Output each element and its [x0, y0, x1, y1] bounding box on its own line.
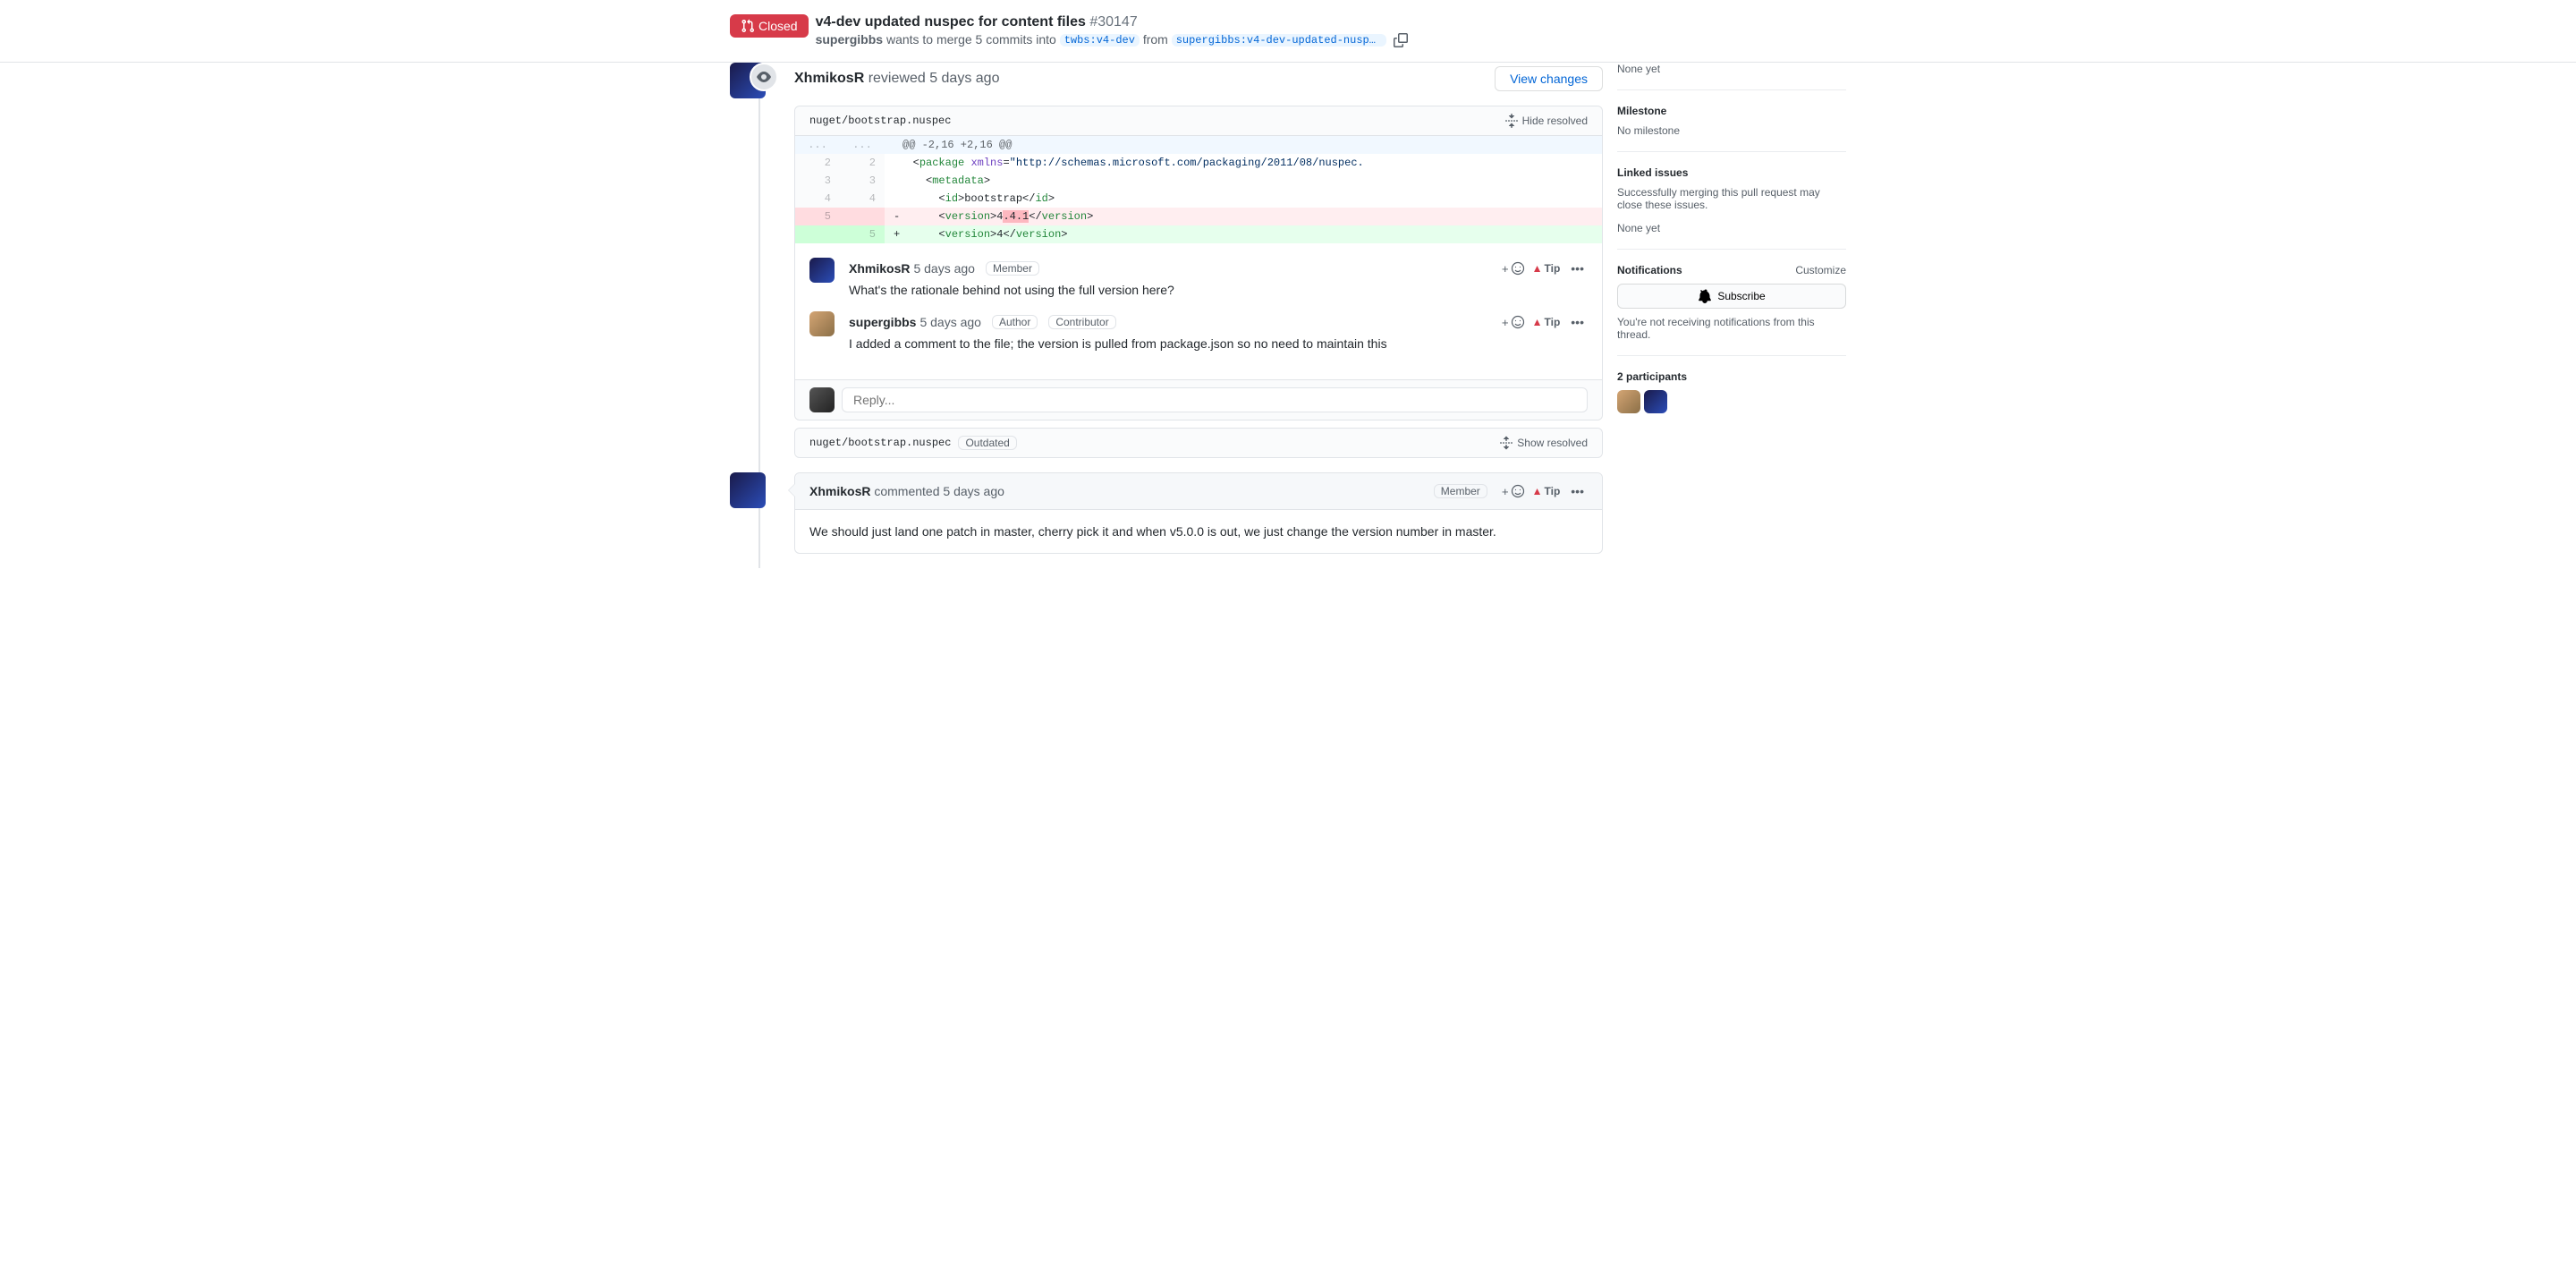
- diff-table: ...... @@ -2,16 +2,16 @@ 22 <package xml…: [795, 136, 1602, 243]
- notifications-heading: Notifications Customize: [1617, 264, 1846, 276]
- role-badge: Author: [992, 315, 1038, 329]
- role-badge: Contributor: [1048, 315, 1115, 329]
- diff-line-deletion: 5 - <version>4.4.1</version>: [795, 208, 1602, 225]
- reviewer-name[interactable]: XhmikosR: [794, 71, 864, 86]
- comment-time[interactable]: 5 days ago: [943, 484, 1004, 498]
- milestone-value: No milestone: [1617, 124, 1846, 137]
- unmute-icon: [1698, 289, 1712, 303]
- head-branch[interactable]: supergibbs:v4-dev-updated-nuspec-cont…: [1172, 34, 1386, 47]
- diff-line: 33 <metadata>: [795, 172, 1602, 190]
- unfold-icon: [1504, 114, 1519, 128]
- state-label: Closed: [758, 19, 798, 33]
- participant-avatar[interactable]: [1617, 390, 1640, 413]
- role-badge: Member: [986, 261, 1039, 276]
- linked-issues-none: None yet: [1617, 222, 1846, 234]
- diff-line: 22 <package xmlns="http://schemas.micros…: [795, 154, 1602, 172]
- file-header: nuget/bootstrap.nuspec Hide resolved: [795, 106, 1602, 136]
- eye-icon: [750, 63, 778, 91]
- issue-comment-item: XhmikosR commented 5 days ago Member + ▲…: [794, 472, 1603, 554]
- tip-button[interactable]: ▲Tip: [1532, 262, 1561, 275]
- smiley-icon: [1511, 484, 1525, 498]
- outdated-review-box: nuget/bootstrap.nuspec Outdated Show res…: [794, 428, 1603, 458]
- comment-thread: XhmikosR 5 days ago Member + ▲Tip •••: [795, 243, 1602, 379]
- comment-author[interactable]: supergibbs: [849, 315, 916, 329]
- avatar[interactable]: [809, 387, 835, 412]
- outdated-badge: Outdated: [958, 436, 1016, 450]
- customize-link[interactable]: Customize: [1795, 264, 1846, 276]
- add-reaction-button[interactable]: +: [1502, 315, 1525, 329]
- hide-resolved-button[interactable]: Hide resolved: [1504, 114, 1588, 128]
- kebab-icon[interactable]: •••: [1567, 258, 1588, 279]
- review-time[interactable]: 5 days ago: [929, 71, 999, 86]
- kebab-icon[interactable]: •••: [1567, 480, 1588, 502]
- sidebar: None yet Milestone No milestone Linked i…: [1617, 63, 1846, 568]
- kebab-icon[interactable]: •••: [1567, 311, 1588, 333]
- reply-input[interactable]: [842, 387, 1588, 412]
- view-changes-button[interactable]: View changes: [1495, 66, 1603, 91]
- review-comment: XhmikosR 5 days ago Member + ▲Tip •••: [809, 258, 1588, 297]
- comment-time[interactable]: 5 days ago: [913, 261, 975, 276]
- tip-button[interactable]: ▲Tip: [1532, 485, 1561, 497]
- add-reaction-button[interactable]: +: [1502, 261, 1525, 276]
- file-path[interactable]: nuget/bootstrap.nuspec: [809, 437, 951, 449]
- base-branch[interactable]: twbs:v4-dev: [1060, 34, 1140, 47]
- milestone-heading[interactable]: Milestone: [1617, 105, 1846, 117]
- pr-header: Closed v4-dev updated nuspec for content…: [0, 0, 2576, 63]
- pr-number: #30147: [1089, 14, 1137, 30]
- comment-body: I added a comment to the file; the versi…: [849, 336, 1588, 351]
- sidebar-none-yet: None yet: [1617, 63, 1846, 75]
- tip-button[interactable]: ▲Tip: [1532, 316, 1561, 328]
- participant-avatar[interactable]: [1644, 390, 1667, 413]
- review-comment: supergibbs 5 days ago Author Contributor…: [809, 311, 1588, 351]
- copy-icon[interactable]: [1394, 33, 1408, 47]
- pr-title[interactable]: v4-dev updated nuspec for content files …: [816, 14, 1846, 30]
- hunk-header: ...... @@ -2,16 +2,16 @@: [795, 136, 1602, 154]
- smiley-icon: [1511, 261, 1525, 276]
- unfold-icon: [1499, 436, 1513, 450]
- comment-body: We should just land one patch in master,…: [795, 510, 1602, 553]
- review-thread-box: nuget/bootstrap.nuspec Hide resolved ...…: [794, 106, 1603, 420]
- comment-author[interactable]: XhmikosR: [809, 484, 870, 498]
- linked-issues-description: Successfully merging this pull request m…: [1617, 186, 1846, 211]
- comment-author[interactable]: XhmikosR: [849, 261, 910, 276]
- reply-box: [795, 379, 1602, 420]
- avatar[interactable]: [809, 311, 835, 336]
- add-reaction-button[interactable]: +: [1502, 484, 1525, 498]
- diff-line-addition: 5 + <version>4</version>: [795, 225, 1602, 243]
- avatar[interactable]: [730, 472, 766, 508]
- file-path[interactable]: nuget/bootstrap.nuspec: [809, 115, 951, 127]
- diff-line: 44 <id>bootstrap</id>: [795, 190, 1602, 208]
- comment-time[interactable]: 5 days ago: [919, 315, 981, 329]
- avatar[interactable]: [809, 258, 835, 283]
- participants-heading: 2 participants: [1617, 370, 1846, 383]
- comment-body: What's the rationale behind not using th…: [849, 283, 1588, 297]
- pr-author[interactable]: supergibbs: [816, 32, 883, 47]
- smiley-icon: [1511, 315, 1525, 329]
- review-timeline-item: XhmikosR reviewed 5 days ago View change…: [794, 63, 1603, 458]
- role-badge: Member: [1434, 484, 1487, 498]
- state-badge-closed: Closed: [730, 14, 809, 38]
- notifications-description: You're not receiving notifications from …: [1617, 316, 1846, 341]
- git-pull-request-icon: [741, 19, 755, 33]
- comment-header: XhmikosR commented 5 days ago Member + ▲…: [795, 473, 1602, 510]
- linked-issues-heading[interactable]: Linked issues: [1617, 166, 1846, 179]
- subscribe-button[interactable]: Subscribe: [1617, 284, 1846, 309]
- pr-meta: supergibbs wants to merge 5 commits into…: [816, 32, 1846, 47]
- show-resolved-button[interactable]: Show resolved: [1499, 436, 1588, 450]
